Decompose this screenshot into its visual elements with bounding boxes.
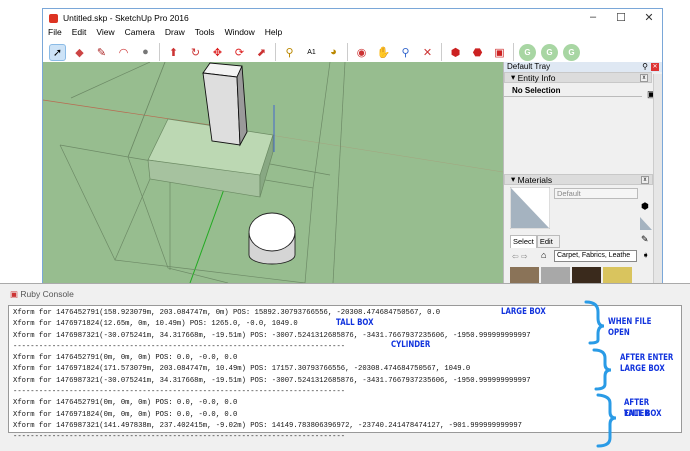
- brace-annotations: [584, 300, 617, 448]
- brace-icon: [596, 393, 617, 448]
- brace-icon: [592, 348, 612, 391]
- brace-icon: [584, 300, 605, 345]
